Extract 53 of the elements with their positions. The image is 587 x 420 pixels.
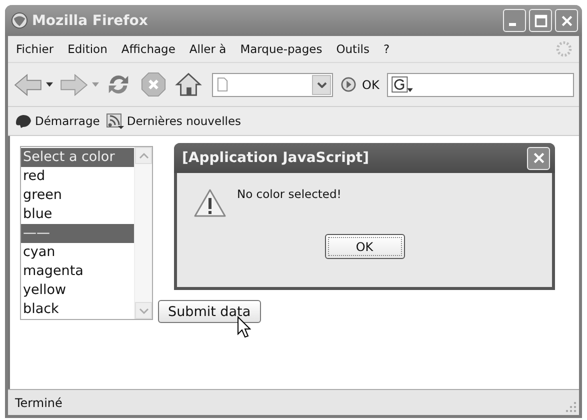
chevron-down-icon[interactable] [138, 308, 148, 314]
resize-grip-icon[interactable] [565, 401, 577, 413]
minimize-button[interactable] [503, 9, 526, 32]
go-button[interactable]: OK [341, 77, 380, 92]
list-option[interactable]: green [21, 186, 134, 205]
search-field[interactable] [387, 72, 574, 96]
scrollbar[interactable] [134, 147, 152, 319]
menu-item[interactable]: Affichage [121, 42, 176, 56]
dialog-title: [Application JavaScript] [182, 150, 369, 166]
home-icon[interactable] [175, 71, 202, 98]
chevron-up-icon[interactable] [138, 152, 148, 158]
list-option[interactable]: Select a color [21, 148, 134, 167]
list-option[interactable]: blue [21, 205, 134, 224]
ok-button[interactable]: OK [324, 234, 404, 259]
list-option[interactable]: yellow [21, 281, 134, 300]
list-option[interactable]: —— [21, 224, 134, 243]
close-icon [560, 14, 574, 28]
close-button[interactable] [527, 146, 550, 170]
status-text: Terminé [15, 396, 62, 410]
menu-item[interactable]: Edition [68, 42, 108, 56]
chevron-down-icon [316, 82, 326, 88]
search-engine-icon[interactable] [391, 76, 414, 93]
maximize-button[interactable] [529, 9, 552, 32]
list-option[interactable]: red [21, 167, 134, 186]
minimize-icon [509, 23, 516, 26]
throbber-icon [555, 40, 573, 58]
menu-item[interactable]: Aller à [189, 42, 226, 56]
page-icon [217, 77, 228, 92]
list-option[interactable]: cyan [21, 243, 134, 262]
address-field[interactable] [212, 72, 333, 96]
pointer-icon [237, 316, 251, 338]
close-button[interactable] [555, 9, 578, 32]
window-title: Mozilla Firefox [32, 12, 149, 28]
feed-icon [106, 113, 124, 129]
forward-arrow-icon[interactable] [59, 72, 89, 96]
globe-icon [11, 12, 28, 29]
menu-item[interactable]: Outils [336, 42, 370, 56]
menu-item[interactable]: Fichier [16, 42, 54, 56]
menu-item[interactable]: Marque-pages [240, 42, 322, 56]
list-option[interactable]: magenta [21, 262, 134, 281]
menu-item[interactable]: ? [383, 42, 390, 56]
color-listbox[interactable]: Select a color red green blue —— cyan magenta yellow black [20, 146, 153, 320]
dropdown-icon[interactable] [46, 82, 53, 87]
stop-icon[interactable] [140, 71, 167, 98]
dropdown-button[interactable] [312, 74, 331, 94]
bookmark-link[interactable]: Démarrage [35, 114, 100, 128]
close-icon [532, 151, 546, 165]
dialog-message: No color selected! [237, 187, 342, 201]
bookmark-link[interactable]: Dernières nouvelles [126, 114, 242, 128]
submit-button[interactable]: Submit data [158, 300, 261, 323]
warning-icon [193, 188, 227, 218]
maximize-icon [534, 14, 548, 28]
list-option[interactable]: black [21, 300, 134, 319]
